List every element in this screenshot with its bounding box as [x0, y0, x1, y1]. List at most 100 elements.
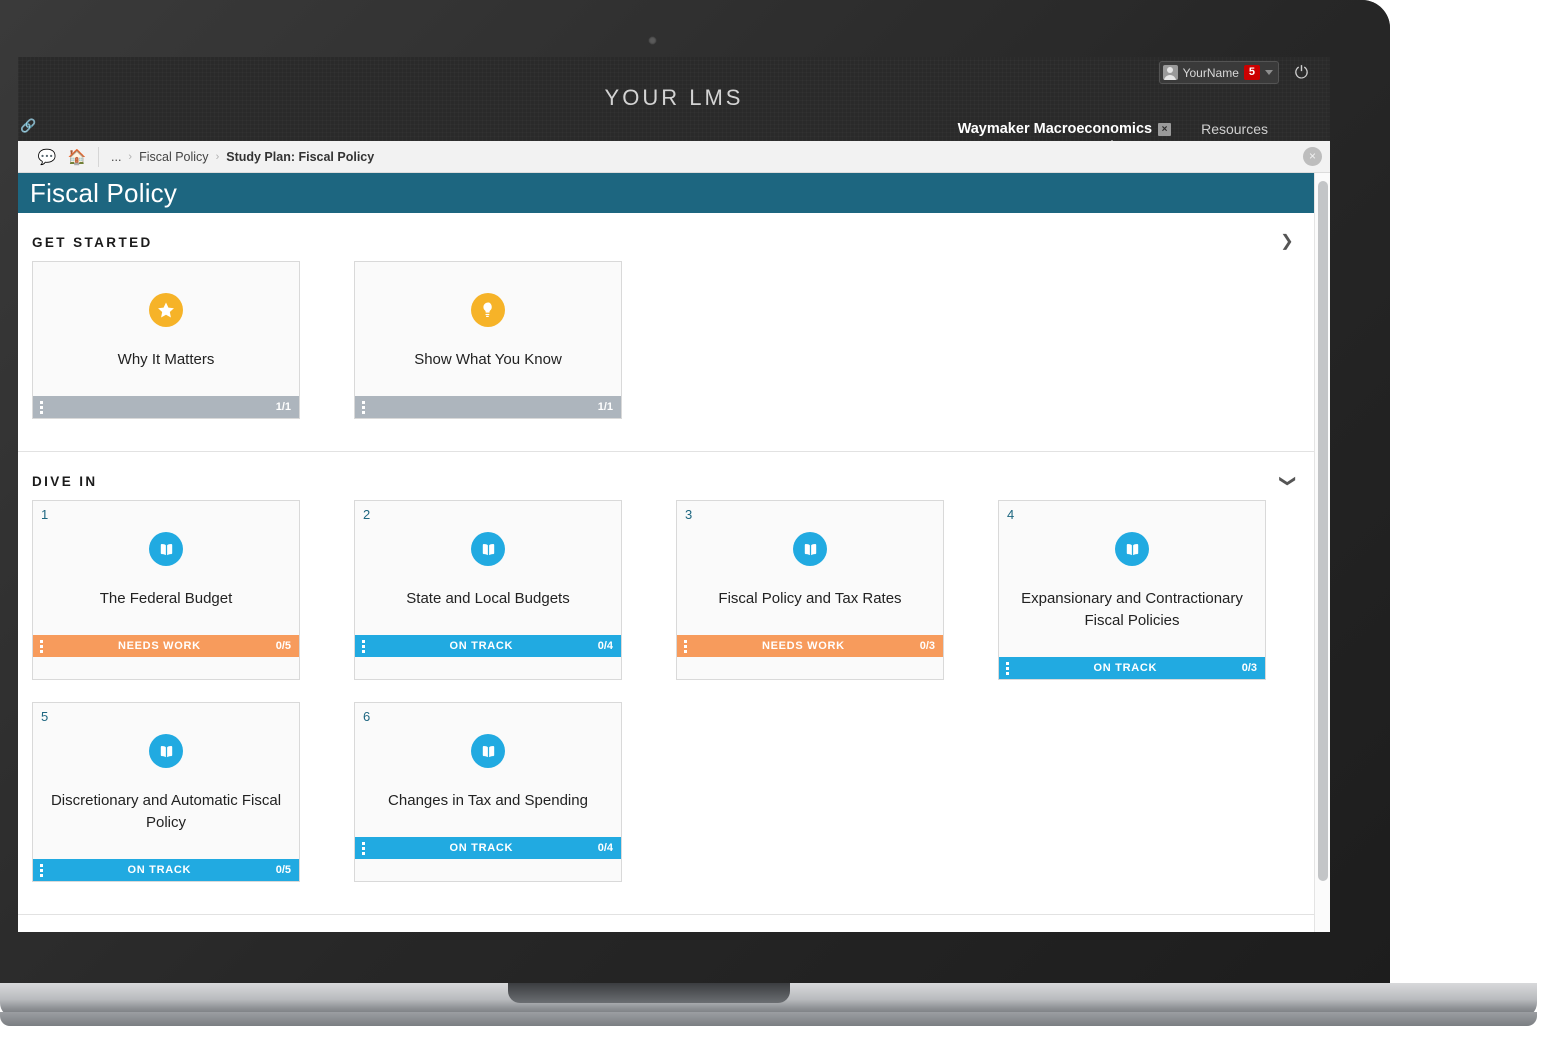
card-count: 0/4	[597, 842, 613, 854]
breadcrumb-item-study-plan: Study Plan: Fiscal Policy	[226, 149, 375, 164]
breadcrumb-ellipsis[interactable]: ...	[111, 150, 121, 164]
card-count: 1/1	[275, 401, 291, 413]
card-title: State and Local Budgets	[406, 590, 570, 607]
more-options-icon[interactable]	[39, 400, 43, 414]
card-footer: ON TRACK 0/5	[33, 859, 299, 881]
card-title: Show What You Know	[414, 351, 562, 368]
card-count: 0/3	[919, 640, 935, 652]
card-footer: ON TRACK 0/3	[999, 657, 1265, 679]
section-header-finish-strong: FINISH STRONG ❯	[18, 915, 1314, 932]
card-footer: NEEDS WORK 0/5	[33, 635, 299, 657]
book-icon	[471, 532, 505, 566]
book-icon	[149, 734, 183, 768]
breadcrumb-separator: ›	[128, 150, 133, 163]
card-count: 0/5	[275, 640, 291, 652]
app-brand-title: YOUR LMS	[604, 85, 744, 110]
section-heading: DIVE IN	[32, 473, 98, 489]
breadcrumb-item-fiscal-policy[interactable]: Fiscal Policy	[139, 150, 208, 164]
card-footer: 1/1	[33, 396, 299, 418]
card-footer: 1/1	[355, 396, 621, 418]
quiz-icon	[471, 293, 505, 327]
tab-waymaker-macroeconomics[interactable]: Waymaker Macroeconomics ×	[936, 121, 1180, 137]
breadcrumb-bar: 💬 🏠 ... › Fiscal Policy › Study Plan: Fi…	[18, 141, 1330, 173]
section-header-dive-in: DIVE IN ❯	[18, 452, 1314, 500]
star-icon	[149, 293, 183, 327]
card-number: 2	[363, 507, 371, 522]
screenshot-stage: 🔗 YOUR LMS YourName 5 ⏻ Waymaker Macroec…	[0, 0, 1560, 1052]
status-badge: NEEDS WORK	[761, 640, 845, 652]
comment-icon[interactable]: 💬	[32, 148, 62, 166]
status-badge: NEEDS WORK	[117, 640, 201, 652]
book-icon	[471, 734, 505, 768]
screen: 🔗 YOUR LMS YourName 5 ⏻ Waymaker Macroec…	[18, 57, 1330, 932]
notification-badge: 5	[1243, 65, 1260, 80]
card-number: 6	[363, 709, 371, 724]
book-icon	[149, 532, 183, 566]
card-body: 1 The Federal Budget	[33, 501, 299, 635]
card-body: Show What You Know	[355, 262, 621, 396]
card-why-it-matters[interactable]: Why It Matters 1/1	[32, 261, 300, 419]
laptop-base-lip	[0, 1012, 1537, 1026]
status-badge: ON TRACK	[449, 842, 514, 854]
breadcrumb: ... › Fiscal Policy › Study Plan: Fiscal…	[111, 150, 374, 164]
card-body: 5 Discretionary and Automatic Fiscal Poli…	[33, 703, 299, 859]
breadcrumb-separator: ›	[215, 150, 220, 163]
chevron-down-icon	[1265, 70, 1273, 75]
page-title-bar: Fiscal Policy	[18, 173, 1314, 213]
status-badge: ON TRACK	[127, 864, 192, 876]
card-number: 5	[41, 709, 49, 724]
card-title: Expansionary and Contractionary Fiscal P…	[1021, 590, 1243, 629]
scrollbar[interactable]	[1314, 173, 1330, 932]
card-dive-in-3[interactable]: 3 Fiscal Policy and Tax Rates NEEDS WORK 0/…	[676, 500, 944, 680]
status-badge: ON TRACK	[1093, 662, 1158, 674]
card-body: 6 Changes in Tax and Spending	[355, 703, 621, 837]
divider	[98, 146, 99, 167]
tab-resources[interactable]: Resources	[1179, 121, 1290, 137]
card-title: The Federal Budget	[99, 590, 233, 607]
card-dive-in-6[interactable]: 6 Changes in Tax and Spending ON TRACK 0/4	[354, 702, 622, 882]
tab-label: Waymaker Macroeconomics	[957, 121, 1153, 137]
content-area: Fiscal Policy GET STARTED ❯ Why It Matte…	[18, 173, 1330, 932]
card-title: Fiscal Policy and Tax Rates	[718, 590, 902, 607]
section-cards-get-started: Why It Matters 1/1 Show What You Know 1/…	[18, 261, 1314, 441]
page-title: Fiscal Policy	[30, 177, 178, 208]
card-footer: ON TRACK 0/4	[355, 837, 621, 859]
card-number: 4	[1007, 507, 1015, 522]
book-icon	[793, 532, 827, 566]
card-body: 4 Expansionary and Contractionary Fiscal …	[999, 501, 1265, 657]
chevron-down-icon[interactable]: ❯	[1276, 470, 1298, 492]
card-count: 1/1	[597, 401, 613, 413]
book-icon	[1115, 532, 1149, 566]
card-count: 0/5	[275, 864, 291, 876]
card-dive-in-5[interactable]: 5 Discretionary and Automatic Fiscal Poli…	[32, 702, 300, 882]
card-body: 2 State and Local Budgets	[355, 501, 621, 635]
avatar	[1162, 65, 1178, 80]
card-number: 1	[41, 507, 49, 522]
card-count: 0/3	[1241, 662, 1257, 674]
close-icon[interactable]: ×	[1303, 147, 1322, 166]
chevron-right-icon[interactable]: ❯	[1276, 231, 1298, 253]
card-footer: ON TRACK 0/4	[355, 635, 621, 657]
card-body: 3 Fiscal Policy and Tax Rates	[677, 501, 943, 635]
card-title: Changes in Tax and Spending	[388, 792, 588, 809]
card-title: Why It Matters	[117, 351, 215, 368]
card-number: 3	[685, 507, 693, 522]
section-header-get-started: GET STARTED ❯	[18, 213, 1314, 261]
laptop-notch	[508, 983, 790, 1003]
close-icon[interactable]: ×	[1158, 122, 1172, 136]
user-menu[interactable]: YourName 5	[1158, 61, 1279, 84]
status-badge: ON TRACK	[449, 640, 514, 652]
card-show-what-you-know[interactable]: Show What You Know 1/1	[354, 261, 622, 419]
card-footer: NEEDS WORK 0/3	[677, 635, 943, 657]
card-dive-in-4[interactable]: 4 Expansionary and Contractionary Fiscal …	[998, 500, 1266, 680]
more-options-icon[interactable]	[361, 400, 365, 414]
scrollbar-thumb[interactable]	[1318, 181, 1328, 881]
card-dive-in-2[interactable]: 2 State and Local Budgets ON TRACK 0/4	[354, 500, 622, 680]
section-cards-dive-in: 1 The Federal Budget NEEDS WORK 0/5 2 State a…	[18, 500, 1314, 904]
card-body: Why It Matters	[33, 262, 299, 396]
webcam-icon	[648, 36, 657, 45]
card-title: Discretionary and Automatic Fiscal Polic…	[50, 792, 282, 831]
home-icon[interactable]: 🏠	[62, 148, 92, 166]
card-dive-in-1[interactable]: 1 The Federal Budget NEEDS WORK 0/5	[32, 500, 300, 680]
power-icon[interactable]: ⏻	[1291, 62, 1312, 83]
